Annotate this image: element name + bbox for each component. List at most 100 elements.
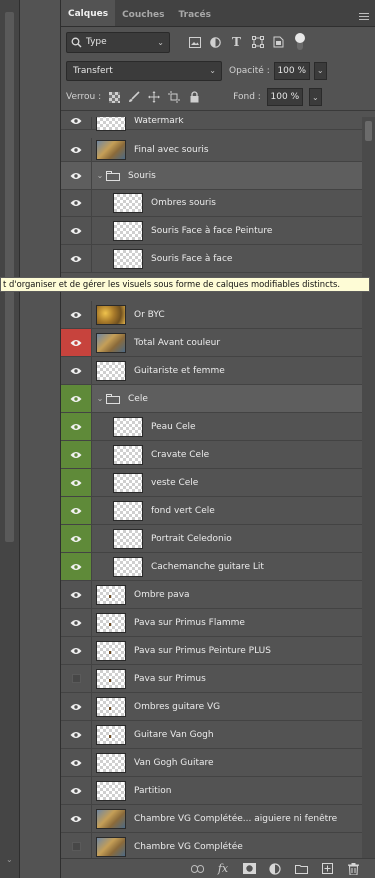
chevron-down-icon[interactable]: ⌄ bbox=[94, 394, 106, 403]
link-icon[interactable] bbox=[190, 862, 204, 876]
trash-icon[interactable] bbox=[346, 862, 360, 876]
blend-mode-select[interactable]: Transfert ⌄ bbox=[66, 60, 222, 81]
layer-row[interactable]: Souris Face à face bbox=[61, 245, 363, 273]
layer-row[interactable]: Chambre VG Complétée... aiguiere ni fenê… bbox=[61, 805, 363, 833]
layer-row[interactable]: Final avec souris bbox=[61, 138, 363, 162]
layer-row[interactable]: Ombres souris bbox=[61, 189, 363, 217]
eye-icon[interactable] bbox=[61, 189, 92, 216]
filter-pixel-icon[interactable] bbox=[186, 34, 203, 51]
opacity-input[interactable]: 100 % bbox=[273, 61, 310, 80]
layer-row[interactable]: Pava sur Primus Peinture PLUS bbox=[61, 637, 363, 665]
layers-list: Watermark Final avec souris ⌄ Souris Ombres … bbox=[61, 117, 375, 858]
layers-scrollbar[interactable] bbox=[362, 117, 375, 858]
filter-kind-select[interactable]: Type ⌄ bbox=[66, 31, 170, 53]
visibility-toggle-off[interactable] bbox=[61, 833, 92, 858]
filter-type-icon[interactable]: T bbox=[228, 34, 245, 51]
adjustment-icon[interactable] bbox=[268, 862, 282, 876]
eye-icon[interactable] bbox=[61, 609, 92, 636]
tab-traces[interactable]: Tracés bbox=[171, 4, 217, 26]
eye-icon[interactable] bbox=[61, 525, 92, 552]
visibility-toggle-off[interactable] bbox=[61, 665, 92, 692]
layer-row[interactable]: Guitariste et femme bbox=[61, 357, 363, 385]
chevron-down-icon[interactable]: ⌄ bbox=[6, 856, 14, 864]
layer-name: Ombre pava bbox=[134, 589, 190, 600]
layer-name: Or BYC bbox=[134, 309, 165, 320]
layer-thumbnail bbox=[113, 444, 143, 465]
eye-icon[interactable] bbox=[61, 721, 92, 748]
new-group-icon[interactable] bbox=[294, 862, 308, 876]
layer-name: Cele bbox=[128, 393, 148, 404]
layer-row[interactable]: Peau Cele bbox=[61, 413, 363, 441]
lock-all-icon[interactable] bbox=[187, 90, 201, 104]
layer-thumbnail bbox=[113, 500, 143, 521]
fx-icon[interactable]: fx bbox=[216, 862, 230, 876]
layer-row[interactable]: Or BYC bbox=[61, 301, 363, 329]
filter-adjustment-icon[interactable] bbox=[207, 34, 224, 51]
lock-brush-icon[interactable] bbox=[127, 90, 141, 104]
eye-icon[interactable] bbox=[61, 441, 92, 468]
layer-row[interactable]: Ombres guitare VG bbox=[61, 693, 363, 721]
eye-icon[interactable] bbox=[61, 138, 92, 161]
eye-icon[interactable] bbox=[61, 301, 92, 328]
eye-icon[interactable] bbox=[61, 553, 92, 580]
layer-thumbnail bbox=[96, 724, 126, 745]
layer-row[interactable]: Souris Face à face Peinture bbox=[61, 217, 363, 245]
eye-icon[interactable] bbox=[61, 245, 92, 272]
layer-row[interactable]: fond vert Cele bbox=[61, 497, 363, 525]
layers-scrollbar-thumb[interactable] bbox=[365, 121, 372, 141]
folder-icon bbox=[106, 170, 120, 181]
layer-group-row[interactable]: ⌄ Cele bbox=[61, 385, 363, 413]
eye-icon[interactable] bbox=[61, 217, 92, 244]
eye-icon[interactable] bbox=[61, 117, 92, 129]
eye-icon[interactable] bbox=[61, 693, 92, 720]
eye-icon[interactable] bbox=[61, 357, 92, 384]
layer-row[interactable]: Partition bbox=[61, 777, 363, 805]
eye-icon[interactable] bbox=[61, 581, 92, 608]
layer-thumbnail bbox=[96, 139, 126, 160]
layers-bottom-toolbar: fx bbox=[61, 858, 375, 878]
layer-row[interactable]: Total Avant couleur bbox=[61, 329, 363, 357]
lock-artboard-icon[interactable] bbox=[167, 90, 181, 104]
fill-input[interactable]: 100 % bbox=[266, 88, 303, 106]
eye-icon[interactable] bbox=[61, 162, 92, 189]
layer-row[interactable]: Ombre pava bbox=[61, 581, 363, 609]
filter-smart-object-icon[interactable] bbox=[270, 34, 287, 51]
eye-icon[interactable] bbox=[61, 637, 92, 664]
filter-toggle-switch[interactable] bbox=[295, 33, 305, 51]
filter-shape-icon[interactable] bbox=[249, 34, 266, 51]
layer-thumbnail bbox=[96, 584, 126, 605]
lock-move-icon[interactable] bbox=[147, 90, 161, 104]
layer-row[interactable]: Van Gogh Guitare bbox=[61, 749, 363, 777]
fill-dropdown-button[interactable]: ⌄ bbox=[308, 88, 322, 106]
tab-couches[interactable]: Couches bbox=[115, 4, 171, 26]
layer-row[interactable]: Pava sur Primus bbox=[61, 665, 363, 693]
eye-icon[interactable] bbox=[61, 749, 92, 776]
eye-icon[interactable] bbox=[61, 805, 92, 832]
layer-thumbnail bbox=[113, 220, 143, 241]
layer-indent bbox=[92, 441, 109, 468]
layer-row[interactable]: Chambre VG Complétée bbox=[61, 833, 363, 858]
layer-row[interactable]: Guitare Van Gogh bbox=[61, 721, 363, 749]
chevron-down-icon[interactable]: ⌄ bbox=[94, 171, 106, 180]
layer-row[interactable]: Watermark bbox=[61, 117, 363, 131]
eye-icon[interactable] bbox=[61, 469, 92, 496]
eye-icon[interactable] bbox=[61, 777, 92, 804]
layer-group-row[interactable]: ⌄ Souris bbox=[61, 162, 363, 190]
layer-thumbnail bbox=[113, 528, 143, 549]
layer-row[interactable]: Cachemanche guitare Lit bbox=[61, 553, 363, 581]
layer-row[interactable]: veste Cele bbox=[61, 469, 363, 497]
eye-icon[interactable] bbox=[61, 329, 92, 356]
panel-menu-icon[interactable] bbox=[359, 13, 369, 21]
tab-calques[interactable]: Calques bbox=[61, 0, 116, 26]
eye-icon[interactable] bbox=[61, 413, 92, 440]
new-layer-icon[interactable] bbox=[320, 862, 334, 876]
mask-icon[interactable] bbox=[242, 862, 256, 876]
eye-icon[interactable] bbox=[61, 385, 92, 412]
lock-transparency-icon[interactable] bbox=[107, 90, 121, 104]
layer-row[interactable]: Cravate Cele bbox=[61, 441, 363, 469]
eye-icon[interactable] bbox=[61, 497, 92, 524]
layer-row[interactable]: Pava sur Primus Flamme bbox=[61, 609, 363, 637]
layer-indent bbox=[92, 189, 109, 216]
opacity-dropdown-button[interactable]: ⌄ bbox=[313, 61, 327, 80]
layer-row[interactable]: Portrait Celedonio bbox=[61, 525, 363, 553]
